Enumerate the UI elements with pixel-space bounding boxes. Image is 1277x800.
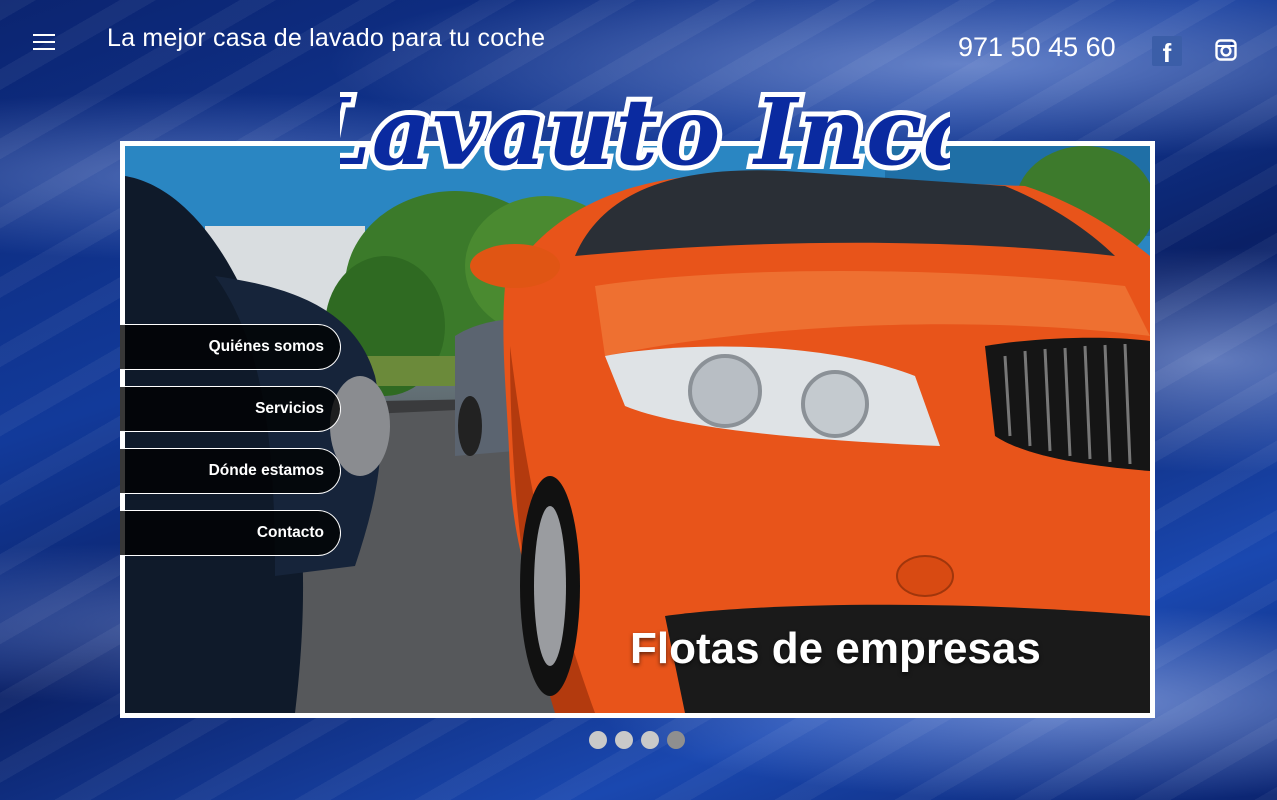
slider-dot-2[interactable]	[615, 731, 633, 749]
lavauto-inca-logo: Lavauto Inca	[340, 73, 950, 184]
nav-item-servicios[interactable]: Servicios	[120, 386, 341, 432]
facebook-icon[interactable]: f	[1152, 36, 1182, 66]
nav-item-contacto[interactable]: Contacto	[120, 510, 341, 556]
instagram-icon[interactable]	[1215, 39, 1237, 61]
slider-dot-1[interactable]	[589, 731, 607, 749]
slider-pagination	[589, 731, 685, 749]
nav-item-donde-estamos[interactable]: Dónde estamos	[120, 448, 341, 494]
phone-number[interactable]: 971 50 45 60	[958, 32, 1116, 63]
nav-item-quienes-somos[interactable]: Quiénes somos	[120, 324, 341, 370]
svg-text:Lavauto Inca: Lavauto Inca	[340, 78, 950, 184]
side-navigation: Quiénes somos Servicios Dónde estamos Co…	[120, 324, 341, 572]
site-tagline: La mejor casa de lavado para tu coche	[107, 24, 546, 52]
slider-dot-3[interactable]	[641, 731, 659, 749]
hamburger-menu-icon[interactable]	[33, 33, 55, 51]
slider-dot-4[interactable]	[667, 731, 685, 749]
slide-caption: Flotas de empresas	[630, 624, 1041, 673]
